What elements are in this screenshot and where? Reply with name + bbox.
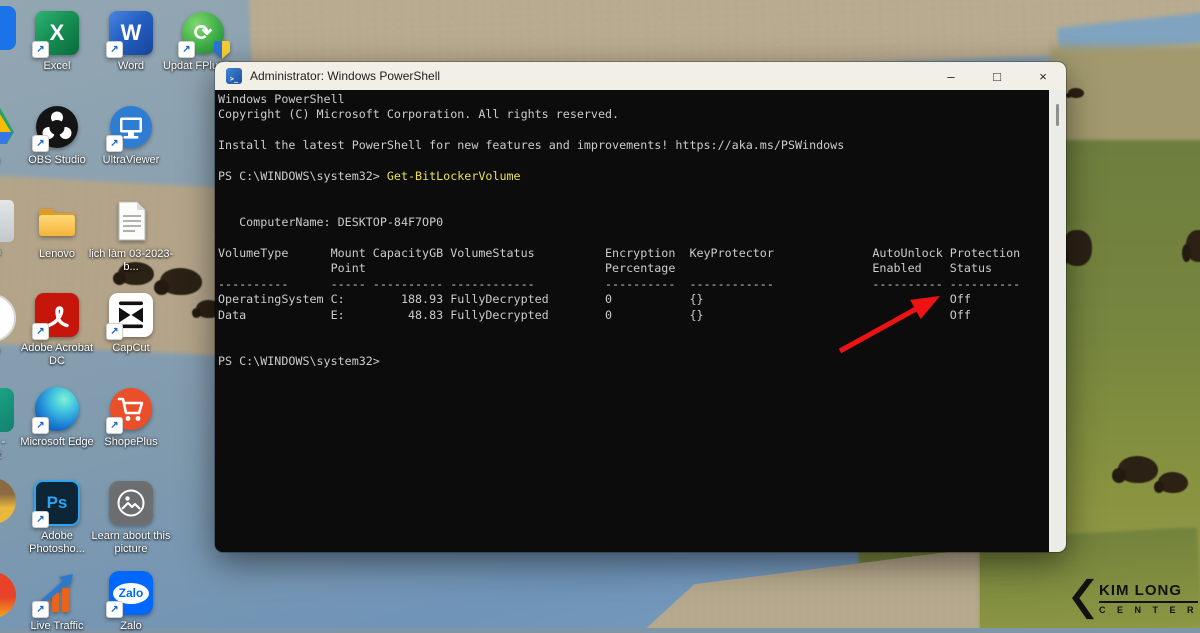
desktop-icon-excel[interactable]: X ↗ Excel (19, 10, 95, 73)
icon-label: rive (0, 155, 14, 168)
icon-label: opy (0, 346, 14, 359)
shortcut-arrow-icon: ↗ (106, 417, 123, 434)
wallpaper-pebble-shore-bottom (640, 548, 980, 628)
shortcut-arrow-icon: ↗ (32, 135, 49, 152)
console-output: Windows PowerShell Copyright (C) Microso… (215, 90, 1049, 552)
p-logo-icon: P (0, 294, 16, 342)
desktop-icon-partial-drive[interactable]: rive (0, 104, 14, 168)
shortcut-arrow-icon: ↗ (32, 601, 49, 618)
excel-letter: X (50, 20, 65, 46)
shortcut-arrow-icon: ↗ (106, 601, 123, 618)
desktop-icon-obs-studio[interactable]: ↗ OBS Studio (19, 104, 95, 167)
icon-label: Bin (0, 246, 16, 259)
shortcut-arrow-icon: ↗ (106, 135, 123, 152)
desktop-icon-lich-lam-document[interactable]: lịch làm 03-2023-b... (93, 198, 169, 274)
command-text: Get-BitLockerVolume (387, 169, 521, 183)
prompt-text: PS C:\WINDOWS\system32> (218, 354, 387, 368)
shopping-cart-icon: ↗ (108, 386, 154, 432)
word-letter: W (121, 20, 142, 46)
maximize-button[interactable]: □ (974, 62, 1020, 90)
edge-icon: ↗ (34, 386, 80, 432)
desktop-icon-adobe-acrobat[interactable]: ↗ Adobe Acrobat DC (19, 292, 95, 368)
desktop-icon-word[interactable]: W ↗ Word (93, 10, 169, 73)
excel-icon: X ↗ (34, 10, 80, 56)
obs-icon: ↗ (34, 104, 80, 150)
powershell-window: >_ Administrator: Windows PowerShell – □… (215, 62, 1066, 552)
photoshop-letters: Ps (47, 493, 68, 513)
desktop-icon-zalo[interactable]: Zalo ↗ Zalo (93, 570, 169, 633)
desktop-icon-partial-red[interactable] (0, 572, 16, 618)
bison (1186, 230, 1200, 262)
shortcut-arrow-icon: ↗ (32, 417, 49, 434)
logo-line1: KIM LONG (1099, 583, 1198, 599)
bison (1062, 230, 1092, 266)
minimize-button[interactable]: – (928, 62, 974, 90)
close-button[interactable]: × (1020, 62, 1066, 90)
logo-line2: C E N T E R (1099, 605, 1198, 615)
icon-label: C (0, 54, 16, 67)
traffic-chart-icon: ↗ (34, 570, 80, 616)
prompt-text: PS C:\WINDOWS\system32> (218, 169, 387, 183)
powershell-icon: >_ (226, 68, 242, 84)
console-scrollbar[interactable] (1049, 90, 1066, 552)
logo-divider (1099, 601, 1198, 603)
desktop-icon-partial-photo[interactable] (0, 478, 16, 524)
scrollbar-thumb[interactable] (1056, 104, 1059, 126)
desktop-icon-adobe-photoshop[interactable]: Ps ↗ Adobe Photosho... (19, 480, 95, 556)
desktop-icon-partial-opy[interactable]: P opy (0, 294, 16, 359)
shortcut-arrow-icon: ↗ (32, 41, 49, 58)
icon-label: UltraViewer (88, 154, 174, 167)
shortcut-arrow-icon: ↗ (106, 41, 123, 58)
acrobat-icon: ↗ (34, 292, 80, 338)
desktop-icon-learn-about-picture[interactable]: Learn about this picture (93, 480, 169, 556)
desktop-icon-shopeplus[interactable]: ↗ ShopePlus (93, 386, 169, 449)
uac-shield-icon (214, 41, 230, 59)
desktop-icon-ultraviewer[interactable]: ↗ UltraViewer (93, 104, 169, 167)
icon-label: CapCut (88, 342, 174, 355)
sync-arrows-icon: ⟳ (194, 20, 212, 46)
console-area: Windows PowerShell Copyright (C) Microso… (215, 90, 1066, 552)
window-titlebar[interactable]: >_ Administrator: Windows PowerShell – □… (215, 62, 1066, 90)
zalo-icon: Zalo ↗ (108, 570, 154, 616)
shortcut-arrow-icon: ↗ (32, 323, 49, 340)
icon-label: ShopePlus (88, 436, 174, 449)
desktop-icon-partial-dsut[interactable]: ds - ut (0, 388, 22, 462)
chevron-logo-icon (1072, 578, 1094, 620)
icon-label: Learn about this picture (88, 530, 174, 556)
ultraviewer-icon: ↗ (108, 104, 154, 150)
icon-label: lịch làm 03-2023-b... (88, 248, 174, 274)
kim-long-center-logo: KIM LONG C E N T E R (1072, 578, 1198, 620)
update-icon: ⟳ ↗ (180, 10, 226, 56)
icon-label: Zalo (88, 620, 174, 633)
desktop-icon-partial-recycle-bin[interactable]: Bin (0, 200, 16, 259)
window-title: Administrator: Windows PowerShell (250, 69, 928, 83)
icon-label: ds - ut (0, 436, 22, 462)
capcut-icon: ↗ (108, 292, 154, 338)
bison (1118, 456, 1158, 483)
zalo-wordmark: Zalo (119, 586, 144, 600)
folder-icon (34, 198, 80, 244)
desktop-icon-live-traffic[interactable]: ↗ Live Traffic (19, 570, 95, 633)
desktop-icon-lenovo-folder[interactable]: Lenovo (19, 198, 95, 261)
desktop-icon-microsoft-edge[interactable]: ↗ Microsoft Edge (19, 386, 95, 449)
shortcut-arrow-icon: ↗ (32, 511, 49, 528)
bison (1068, 88, 1084, 98)
desktop-icon-capcut[interactable]: ↗ CapCut (93, 292, 169, 355)
word-icon: W ↗ (108, 10, 154, 56)
shortcut-arrow-icon: ↗ (178, 41, 195, 58)
google-drive-icon (0, 104, 14, 146)
photoshop-icon: Ps ↗ (34, 480, 80, 526)
bison (1158, 472, 1188, 493)
text-file-icon (108, 198, 154, 244)
shortcut-arrow-icon: ↗ (106, 323, 123, 340)
picture-info-icon (108, 480, 154, 526)
desktop-icon-partial-c[interactable]: C (0, 6, 16, 67)
